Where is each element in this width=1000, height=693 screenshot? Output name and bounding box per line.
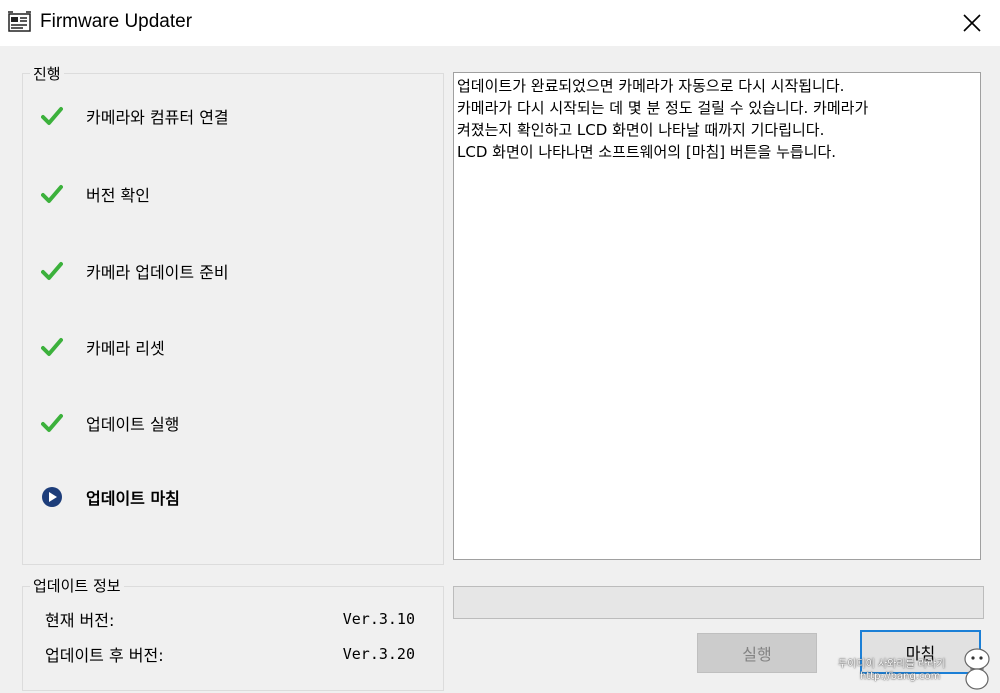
step-label: 업데이트 실행	[86, 415, 180, 434]
current-version-label: 현재 버전:	[45, 611, 115, 630]
step-reset: 카메라 리셋	[40, 332, 165, 362]
close-icon	[963, 14, 981, 32]
new-version-label: 업데이트 후 버전:	[45, 646, 164, 665]
check-icon	[40, 104, 64, 128]
step-label: 카메라 리셋	[86, 339, 165, 358]
step-label: 카메라 업데이트 준비	[86, 263, 229, 282]
progress-group-label: 진행	[30, 63, 64, 84]
check-icon	[40, 335, 64, 359]
message-line: LCD 화면이 나타나면 소프트웨어의 [마침] 버튼을 누릅니다.	[457, 143, 837, 161]
watermark-line2: http://bang.com	[860, 671, 941, 682]
current-version-value: Ver.3.10	[342, 610, 415, 628]
step-label: 업데이트 마침	[86, 489, 180, 508]
check-icon	[40, 411, 64, 435]
step-label: 카메라와 컴퓨터 연결	[86, 108, 229, 127]
new-version-value: Ver.3.20	[342, 645, 415, 663]
new-version-row: 업데이트 후 버전: Ver.3.20	[45, 642, 415, 666]
message-line: 업데이트가 완료되었으면 카메라가 자동으로 다시 시작됩니다.	[457, 77, 845, 95]
firmware-updater-window: Firmware Updater 진행 카메라와 컴퓨터 연결 버전 확인 카메…	[0, 0, 1000, 693]
play-circle-icon	[40, 485, 64, 509]
message-line: 카메라가 다시 시작되는 데 몇 분 정도 걸릴 수 있습니다. 카메라가	[457, 99, 869, 117]
run-button[interactable]: 실행	[697, 633, 817, 673]
message-textbox[interactable]: 업데이트가 완료되었으면 카메라가 자동으로 다시 시작됩니다. 카메라가 다시…	[453, 72, 981, 560]
watermark-line1: 두이디이 사와리를 라라기	[838, 659, 946, 670]
window-title: Firmware Updater	[40, 11, 193, 32]
firmware-app-icon	[8, 11, 31, 32]
close-button[interactable]	[944, 0, 1000, 46]
step-prepare: 카메라 업데이트 준비	[40, 256, 229, 286]
mascot-icon	[964, 648, 990, 690]
check-icon	[40, 259, 64, 283]
update-info-groupbox	[22, 586, 444, 691]
step-run-update: 업데이트 실행	[40, 408, 179, 438]
progress-bar	[453, 586, 984, 619]
step-connect: 카메라와 컴퓨터 연결	[40, 101, 229, 131]
title-bar[interactable]: Firmware Updater	[0, 0, 1000, 46]
current-version-row: 현재 버전: Ver.3.10	[45, 607, 415, 631]
watermark: 두이디이 사와리를 라라기 http://bang.com	[830, 645, 1000, 693]
message-line: 켜졌는지 확인하고 LCD 화면이 나타날 때까지 기다립니다.	[457, 121, 825, 139]
check-icon	[40, 182, 64, 206]
step-finish: 업데이트 마침	[40, 482, 180, 512]
step-version-check: 버전 확인	[40, 179, 150, 209]
update-info-group-label: 업데이트 정보	[30, 575, 124, 596]
step-label: 버전 확인	[86, 186, 150, 205]
